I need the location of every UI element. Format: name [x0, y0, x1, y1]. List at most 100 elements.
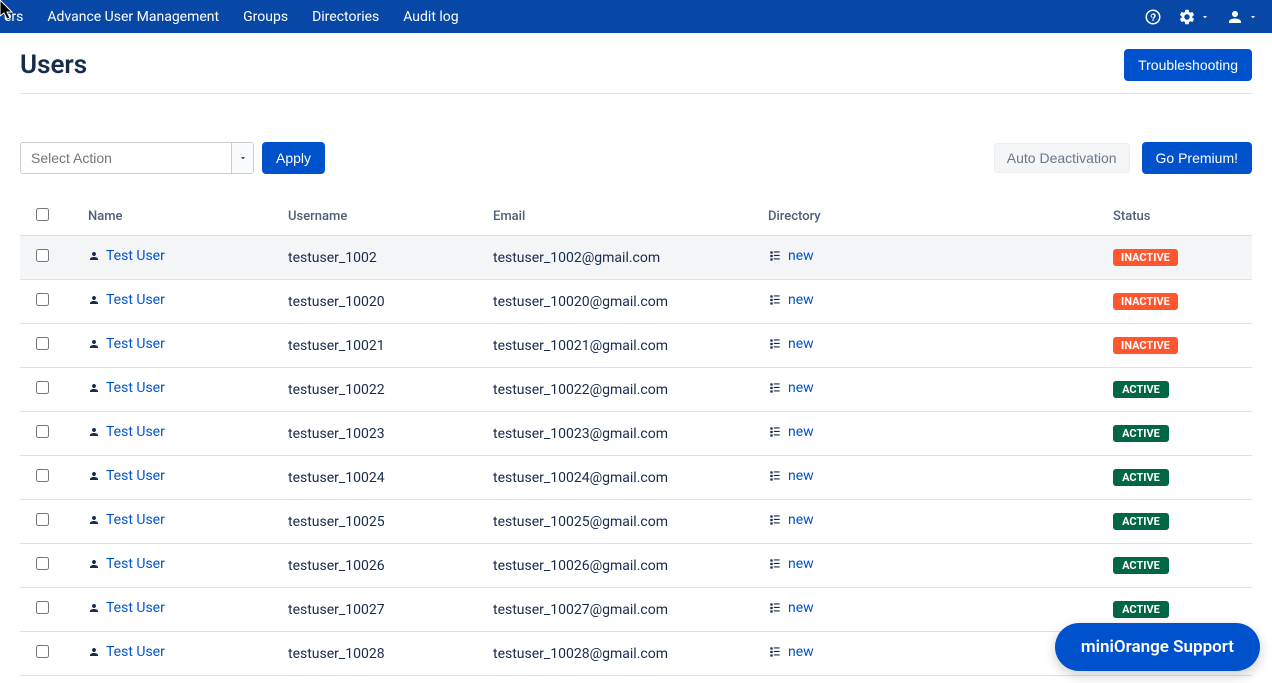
top-navigation: ers Advance User Management Groups Direc…: [0, 0, 1272, 33]
user-name-link[interactable]: Test User: [88, 468, 165, 484]
row-checkbox[interactable]: [36, 513, 49, 526]
action-select[interactable]: [20, 142, 254, 174]
username-cell: testuser_10022: [280, 368, 485, 412]
row-checkbox[interactable]: [36, 381, 49, 394]
directory-link[interactable]: new: [768, 336, 814, 352]
chevron-down-icon: [1200, 12, 1210, 22]
email-cell: testuser_10028@gmail.com: [485, 632, 760, 676]
help-icon[interactable]: [1144, 8, 1162, 26]
username-cell: testuser_10026: [280, 544, 485, 588]
users-table: Name Username Email Directory Status Tes…: [20, 198, 1252, 676]
status-badge: INACTIVE: [1113, 337, 1178, 354]
row-checkbox[interactable]: [36, 469, 49, 482]
user-name-text: Test User: [106, 380, 165, 396]
username-cell: testuser_10027: [280, 588, 485, 632]
user-name-text: Test User: [106, 248, 165, 264]
nav-item-users[interactable]: ers: [0, 0, 35, 33]
nav-right: [1144, 8, 1258, 26]
username-cell: testuser_10024: [280, 456, 485, 500]
row-checkbox[interactable]: [36, 337, 49, 350]
user-name-text: Test User: [106, 336, 165, 352]
table-row: Test Usertestuser_10023testuser_10023@gm…: [20, 412, 1252, 456]
user-icon: [88, 469, 100, 483]
auto-deactivation-button[interactable]: Auto Deactivation: [994, 143, 1130, 173]
user-icon: [88, 249, 100, 263]
table-row: Test Usertestuser_10026testuser_10026@gm…: [20, 544, 1252, 588]
user-name-link[interactable]: Test User: [88, 556, 165, 572]
directory-text: new: [788, 424, 814, 440]
row-checkbox[interactable]: [36, 645, 49, 658]
user-name-link[interactable]: Test User: [88, 380, 165, 396]
directory-link[interactable]: new: [768, 600, 814, 616]
directory-link[interactable]: new: [768, 644, 814, 660]
user-icon: [88, 513, 100, 527]
username-cell: testuser_10021: [280, 324, 485, 368]
table-row: Test Usertestuser_10021testuser_10021@gm…: [20, 324, 1252, 368]
nav-item-audit-log[interactable]: Audit log: [391, 0, 470, 33]
row-checkbox[interactable]: [36, 249, 49, 262]
directory-link[interactable]: new: [768, 424, 814, 440]
status-badge: INACTIVE: [1113, 293, 1178, 310]
directory-link[interactable]: new: [768, 468, 814, 484]
user-name-link[interactable]: Test User: [88, 292, 165, 308]
status-badge: ACTIVE: [1113, 469, 1169, 486]
user-menu-dropdown[interactable]: [1226, 8, 1258, 26]
directory-link[interactable]: new: [768, 248, 814, 264]
page-title: Users: [20, 50, 87, 80]
apply-button[interactable]: Apply: [262, 142, 325, 174]
table-row: Test Usertestuser_10020testuser_10020@gm…: [20, 280, 1252, 324]
action-select-dropdown[interactable]: [231, 143, 253, 173]
email-cell: testuser_10027@gmail.com: [485, 588, 760, 632]
directory-text: new: [788, 292, 814, 308]
chevron-down-icon: [238, 153, 248, 163]
directory-link[interactable]: new: [768, 380, 814, 396]
user-name-text: Test User: [106, 468, 165, 484]
status-badge: ACTIVE: [1113, 425, 1169, 442]
directory-icon: [768, 601, 782, 615]
header-username: Username: [280, 198, 485, 236]
toolbar: Apply Auto Deactivation Go Premium!: [20, 142, 1252, 174]
directory-icon: [768, 249, 782, 263]
directory-icon: [768, 381, 782, 395]
support-button[interactable]: miniOrange Support: [1055, 623, 1260, 671]
row-checkbox[interactable]: [36, 557, 49, 570]
email-cell: testuser_10025@gmail.com: [485, 500, 760, 544]
user-icon: [88, 557, 100, 571]
settings-dropdown[interactable]: [1178, 8, 1210, 26]
user-name-link[interactable]: Test User: [88, 644, 165, 660]
nav-item-advance-user-management[interactable]: Advance User Management: [35, 0, 231, 33]
status-badge: ACTIVE: [1113, 601, 1169, 618]
directory-link[interactable]: new: [768, 556, 814, 572]
go-premium-button[interactable]: Go Premium!: [1142, 142, 1252, 174]
user-name-link[interactable]: Test User: [88, 600, 165, 616]
chevron-down-icon: [1248, 12, 1258, 22]
action-select-input[interactable]: [21, 143, 231, 173]
email-cell: testuser_10024@gmail.com: [485, 456, 760, 500]
directory-link[interactable]: new: [768, 512, 814, 528]
user-name-link[interactable]: Test User: [88, 512, 165, 528]
select-all-checkbox[interactable]: [36, 208, 49, 221]
directory-link[interactable]: new: [768, 292, 814, 308]
row-checkbox[interactable]: [36, 601, 49, 614]
user-name-link[interactable]: Test User: [88, 424, 165, 440]
nav-left: ers Advance User Management Groups Direc…: [0, 0, 471, 33]
email-cell: testuser_10022@gmail.com: [485, 368, 760, 412]
status-badge: ACTIVE: [1113, 513, 1169, 530]
user-name-link[interactable]: Test User: [88, 336, 165, 352]
directory-icon: [768, 425, 782, 439]
user-name-text: Test User: [106, 424, 165, 440]
status-badge: ACTIVE: [1113, 381, 1169, 398]
page-header: Users Troubleshooting: [20, 49, 1252, 94]
nav-item-groups[interactable]: Groups: [231, 0, 300, 33]
table-row: Test User testuser_10022testuser_10022@gm…: [20, 368, 1252, 412]
user-name-link[interactable]: Test User: [88, 248, 165, 264]
row-checkbox[interactable]: [36, 293, 49, 306]
nav-item-directories[interactable]: Directories: [300, 0, 391, 33]
troubleshooting-button[interactable]: Troubleshooting: [1124, 49, 1252, 81]
username-cell: testuser_10025: [280, 500, 485, 544]
row-checkbox[interactable]: [36, 425, 49, 438]
username-cell: testuser_1002: [280, 236, 485, 280]
directory-text: new: [788, 644, 814, 660]
username-cell: testuser_10023: [280, 412, 485, 456]
directory-text: new: [788, 336, 814, 352]
